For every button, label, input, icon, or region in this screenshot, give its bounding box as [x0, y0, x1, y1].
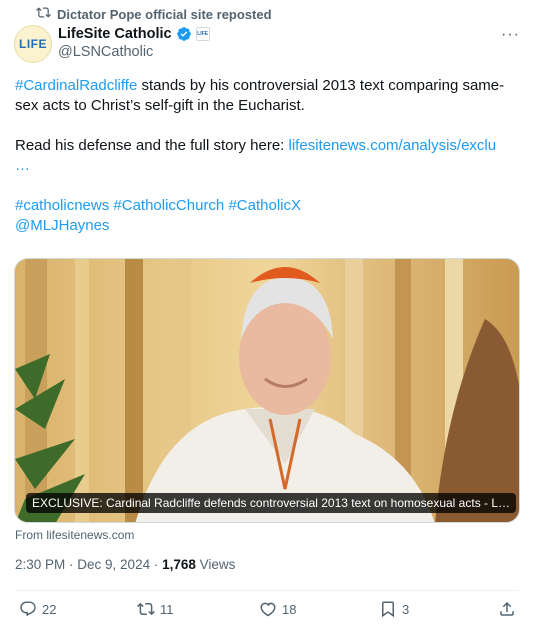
- article-link[interactable]: lifesitenews.com/analysis/exclu: [289, 137, 497, 154]
- tweet-date[interactable]: Dec 9, 2024: [77, 557, 150, 572]
- card-caption[interactable]: EXCLUSIVE: Cardinal Radcliffe defends co…: [26, 493, 517, 513]
- affiliate-badge-icon[interactable]: LIFE: [195, 27, 210, 41]
- card-photo: [15, 259, 519, 522]
- author-name-row: LifeSite Catholic LIFE: [58, 26, 210, 42]
- like-count: 18: [282, 601, 297, 617]
- hashtag-catholicchurch[interactable]: #CatholicChurch: [113, 197, 224, 214]
- hashtag-line: #catholicnews #CatholicChurch #CatholicX: [15, 196, 520, 216]
- reply-icon: [19, 600, 37, 618]
- more-options-icon[interactable]: ···: [501, 26, 520, 44]
- views-label: Views: [195, 557, 236, 572]
- heart-icon: [259, 600, 277, 618]
- tweet-paragraph-1: #CardinalRadcliffe stands by his controv…: [15, 76, 520, 116]
- author-name[interactable]: LifeSite Catholic: [58, 26, 172, 42]
- tweet-paragraph-2: Read his defense and the full story here…: [15, 136, 520, 176]
- like-button[interactable]: 18: [259, 600, 296, 618]
- bookmark-button[interactable]: 3: [379, 600, 409, 618]
- card-source[interactable]: From lifesitenews.com: [15, 528, 134, 542]
- verified-badge-icon[interactable]: [176, 26, 192, 42]
- hashtag-catholicx[interactable]: #CatholicX: [228, 197, 301, 214]
- hashtag-catholicnews[interactable]: #catholicnews: [15, 197, 109, 214]
- action-bar: 22 11 18 3: [0, 600, 534, 620]
- tweet-time[interactable]: 2:30 PM: [15, 557, 65, 572]
- mention-mljhaynes[interactable]: @MLJHaynes: [15, 217, 109, 234]
- tweet-text: #CardinalRadcliffe stands by his controv…: [15, 76, 520, 236]
- bookmark-icon: [379, 600, 397, 618]
- reply-button[interactable]: 22: [19, 600, 56, 618]
- repost-button[interactable]: 11: [137, 600, 174, 618]
- reply-count: 22: [42, 601, 57, 617]
- author-handle[interactable]: @LSNCatholic: [58, 44, 153, 60]
- read-more-prefix: Read his defense and the full story here…: [15, 137, 289, 154]
- retweet-icon: [137, 600, 155, 618]
- repost-icon: [36, 5, 51, 23]
- repost-count: 11: [160, 601, 174, 617]
- bookmark-count: 3: [402, 601, 410, 617]
- article-link-ellipsis[interactable]: …: [15, 157, 30, 174]
- divider: [15, 590, 519, 591]
- repost-banner[interactable]: Dictator Pope official site reposted: [36, 6, 272, 22]
- views-count: 1,768: [162, 557, 196, 572]
- hashtag-cardinalradcliffe[interactable]: #CardinalRadcliffe: [15, 77, 137, 94]
- avatar-text: LIFE: [19, 37, 47, 51]
- link-card-image[interactable]: [14, 258, 520, 523]
- tweet-meta: 2:30 PM · Dec 9, 2024 · 1,768 Views: [15, 557, 236, 572]
- avatar[interactable]: LIFE: [14, 25, 52, 63]
- share-button[interactable]: [498, 600, 516, 618]
- share-icon: [498, 600, 516, 618]
- repost-banner-text: Dictator Pope official site reposted: [57, 6, 272, 22]
